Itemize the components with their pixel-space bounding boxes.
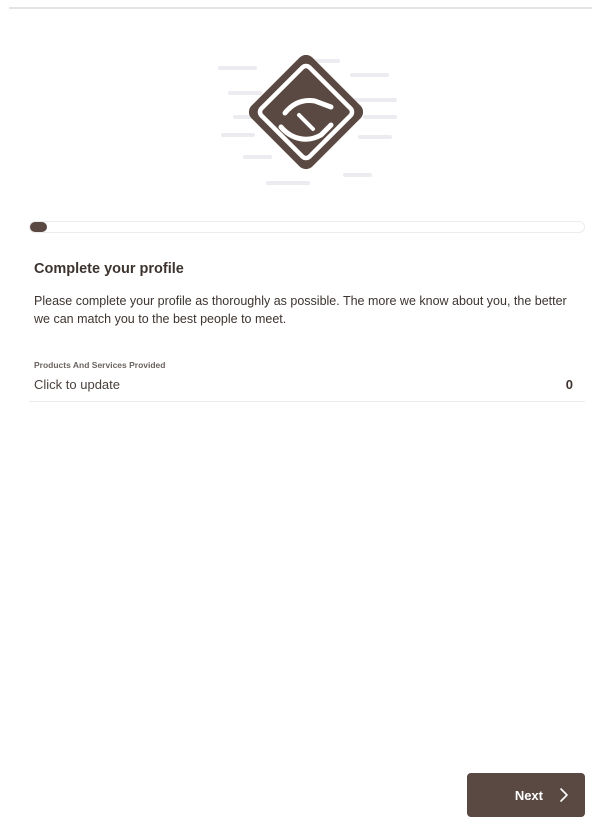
page-title: Complete your profile — [34, 261, 184, 277]
field-count: 0 — [565, 377, 573, 392]
progress-fill — [30, 222, 47, 232]
page-description: Please complete your profile as thorough… — [34, 294, 567, 326]
next-button[interactable]: Next — [467, 773, 585, 817]
next-button-label: Next — [514, 787, 543, 803]
products-services-field[interactable]: Products And Services Provided Click to … — [29, 357, 585, 402]
hero-illustration — [215, 55, 400, 190]
field-label: Products And Services Provided — [34, 360, 166, 370]
top-divider — [9, 7, 592, 9]
handshake-icon — [218, 55, 397, 185]
profile-progress-bar — [29, 221, 585, 233]
chevron-right-icon — [560, 788, 568, 802]
field-value[interactable]: Click to update — [34, 377, 120, 392]
